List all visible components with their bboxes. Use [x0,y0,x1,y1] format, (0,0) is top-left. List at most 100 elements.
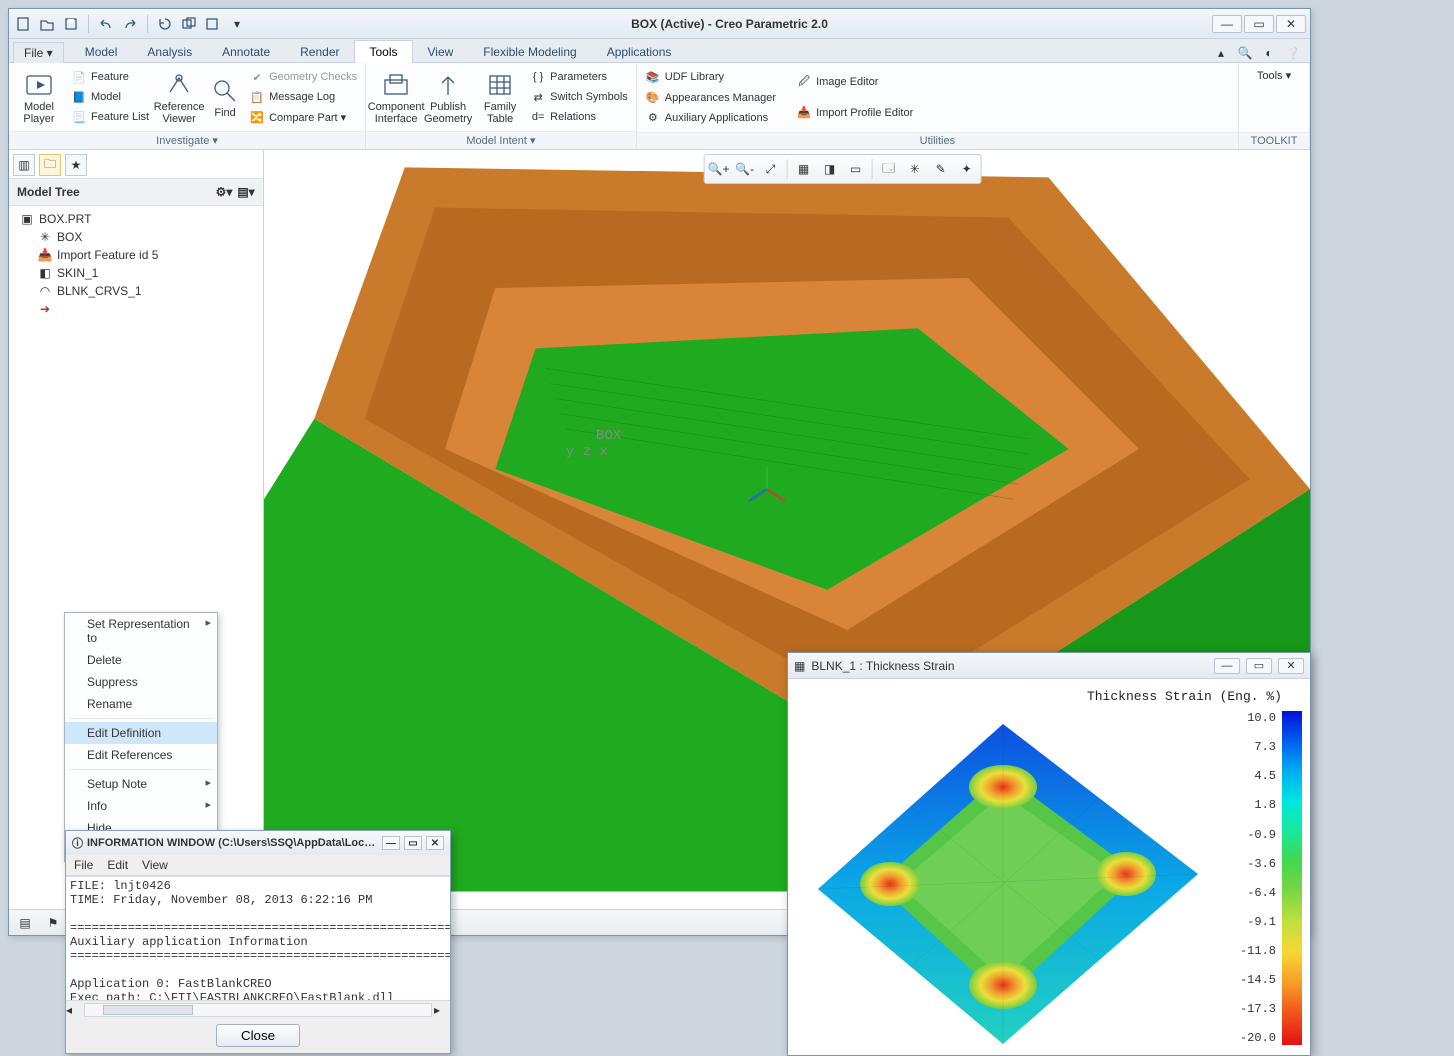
zoom-fit-icon[interactable]: ⤢ [759,157,783,181]
help-icon[interactable]: ❔ [1284,44,1302,62]
family-table-button[interactable]: Family Table [474,67,526,127]
context-item-suppress[interactable]: Suppress [65,671,217,693]
info-menu-edit[interactable]: Edit [107,858,128,872]
new-icon[interactable] [13,14,33,34]
spin-center-icon[interactable]: ✦ [955,157,979,181]
ribbon-group-model-intent: Component Interface Publish Geometry Fam… [366,63,637,149]
image-editor-button[interactable]: 🖉Image Editor [792,72,917,92]
strain-maximize[interactable]: ▭ [1246,658,1272,674]
info-window-body[interactable]: FILE: lnjt0426 TIME: Friday, November 08… [66,876,450,1000]
toolkit-tools-button[interactable]: Tools ▾ [1253,67,1295,84]
udf-library-button[interactable]: 📚UDF Library [641,67,780,87]
tab-model[interactable]: Model [70,40,133,63]
saved-views-icon[interactable]: ▭ [844,157,868,181]
tree-item-import-feature[interactable]: 📥Import Feature id 5 [17,246,259,264]
info-menu-file[interactable]: File [74,858,93,872]
tree-item-blank-curves[interactable]: ◠BLNK_CRVS_1 [17,282,259,300]
legend-tick: 10.0 [1216,711,1276,725]
tree-show-icon[interactable]: ▤▾ [237,183,255,201]
legend-tick: 1.8 [1216,798,1276,812]
search-command-icon[interactable]: 🔍 [1236,44,1254,62]
group-label-utilities: Utilities [637,132,1238,149]
context-item-info[interactable]: Info [65,795,217,817]
context-menu: Set Representation toDeleteSuppressRenam… [64,612,218,862]
strain-minimize[interactable]: — [1214,658,1240,674]
info-window-hscroll[interactable]: ◂ ▸ [66,1000,450,1018]
perspective-icon[interactable]: 🗔 [877,157,901,181]
close-button[interactable]: ✕ [1276,15,1306,33]
appearances-manager-button[interactable]: 🎨Appearances Manager [641,88,780,108]
find-button[interactable]: Find [205,67,245,127]
close-window-icon[interactable] [203,14,223,34]
zoom-out-icon[interactable]: 🔍- [733,157,757,181]
legend-tick: -9.1 [1216,915,1276,929]
tree-item-root[interactable]: ▣BOX.PRT [17,210,259,228]
info-window-maximize[interactable]: ▭ [404,836,422,850]
learning-icon[interactable]: ◐ [1260,44,1278,62]
info-menu-view[interactable]: View [142,858,168,872]
model-tree-title: Model Tree [17,185,80,199]
tab-view[interactable]: View [413,40,469,63]
context-item-edit-references[interactable]: Edit References [65,744,217,766]
tree-item-insert-here[interactable]: ➔ [17,300,259,318]
tab-applications[interactable]: Applications [592,40,687,63]
undo-icon[interactable] [96,14,116,34]
import-profile-editor-button[interactable]: 📥Import Profile Editor [792,103,917,123]
info-window-close-button[interactable]: Close [216,1024,300,1047]
file-menu[interactable]: File ▾ [13,42,64,63]
reference-viewer-button[interactable]: Reference Viewer [153,67,205,127]
nav-tab-tree-icon[interactable]: ▥ [13,154,35,176]
feature-list-button[interactable]: 📃Feature List [67,107,153,127]
collapse-ribbon-icon[interactable]: ▴ [1212,44,1230,62]
save-icon[interactable] [61,14,81,34]
tab-analysis[interactable]: Analysis [132,40,207,63]
geometry-checks-button[interactable]: ✔Geometry Checks [245,67,361,87]
tree-item-skin[interactable]: ◧SKIN_1 [17,264,259,282]
context-item-set-representation-to[interactable]: Set Representation to [65,613,217,649]
context-item-delete[interactable]: Delete [65,649,217,671]
feature-info-button[interactable]: 📄Feature [67,67,153,87]
tab-flexible-modeling[interactable]: Flexible Modeling [468,40,591,63]
compare-part-button[interactable]: 🔀Compare Part ▾ [245,107,361,127]
info-window-close[interactable]: ✕ [426,836,444,850]
qat-dropdown-icon[interactable]: ▾ [227,14,247,34]
context-item-rename[interactable]: Rename [65,693,217,715]
publish-geometry-button[interactable]: Publish Geometry [422,67,474,127]
switch-symbols-button[interactable]: ⇄Switch Symbols [526,87,632,107]
model-info-button[interactable]: 📘Model [67,87,153,107]
notification-icon[interactable]: ⚑ [43,913,63,933]
redo-icon[interactable] [120,14,140,34]
model-player-button[interactable]: Model Player [13,67,65,127]
relations-button[interactable]: d=Relations [526,107,632,127]
repaint-icon[interactable]: ▦ [792,157,816,181]
tab-tools[interactable]: Tools [354,40,412,63]
nav-tab-favorites-icon[interactable]: ★ [65,154,87,176]
tab-annotate[interactable]: Annotate [207,40,285,63]
annotation-display-icon[interactable]: ✎ [929,157,953,181]
window-controls: — ▭ ✕ [1212,15,1306,33]
datum-display-icon[interactable]: ✳ [903,157,927,181]
tree-settings-icon[interactable]: ⚙▾ [215,183,233,201]
info-window-minimize[interactable]: — [382,836,400,850]
parameters-button[interactable]: { }Parameters [526,67,632,87]
shading-icon[interactable]: ◨ [818,157,842,181]
windows-icon[interactable] [179,14,199,34]
regenerate-icon[interactable] [155,14,175,34]
strain-close[interactable]: ✕ [1278,658,1304,674]
open-icon[interactable] [37,14,57,34]
message-area-icon[interactable]: ▤ [15,913,35,933]
message-log-button[interactable]: 📋Message Log [245,87,361,107]
zoom-in-icon[interactable]: 🔍+ [707,157,731,181]
nav-tab-folder-icon[interactable]: 🗀 [39,154,61,176]
tab-render[interactable]: Render [285,40,354,63]
component-interface-button[interactable]: Component Interface [370,67,422,127]
context-item-setup-note[interactable]: Setup Note [65,773,217,795]
group-label-investigate[interactable]: Investigate ▾ [9,131,365,149]
auxiliary-apps-button[interactable]: ⚙Auxiliary Applications [641,108,780,128]
maximize-button[interactable]: ▭ [1244,15,1274,33]
tree-item-csys[interactable]: ✳BOX [17,228,259,246]
context-item-edit-definition[interactable]: Edit Definition [65,722,217,744]
group-label-model-intent[interactable]: Model Intent ▾ [366,131,636,149]
ribbon-group-toolkit: Tools ▾ TOOLKIT [1239,63,1310,149]
minimize-button[interactable]: — [1212,15,1242,33]
